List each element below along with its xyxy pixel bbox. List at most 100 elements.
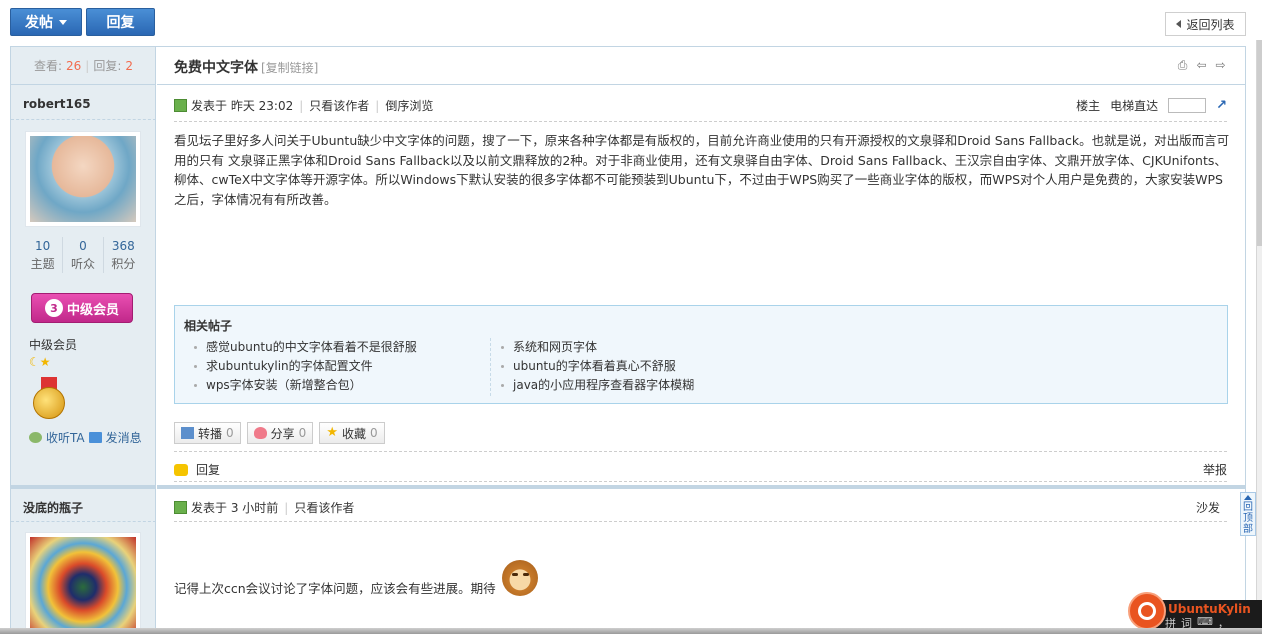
mail-icon [88, 432, 102, 443]
only-author-link[interactable]: 只看该作者 [294, 499, 354, 516]
floor-label[interactable]: 沙发 [1196, 499, 1220, 516]
thread-title: 免费中文字体 [174, 60, 258, 76]
related-item[interactable]: 感觉ubuntu的中文字体看着不是很舒服 [184, 338, 417, 357]
favorite-button[interactable]: ★ 收藏 0 [319, 422, 385, 444]
action-divider [174, 481, 1227, 482]
scrollbar-thumb[interactable] [1257, 40, 1262, 246]
post2-meta: 发表于 3 小时前 | 只看该作者 [174, 499, 354, 516]
post2-author-name[interactable]: 没底的瓶子 [23, 499, 83, 516]
related-list-right: 系统和网页字体 ubuntu的字体看着真心不舒服 java的小应用程序查看器字体… [490, 338, 694, 396]
medal-disc [33, 387, 65, 419]
arrow-up-icon [1244, 495, 1252, 500]
related-item[interactable]: java的小应用程序查看器字体模糊 [491, 376, 694, 395]
user-stat-value: 368 [111, 239, 135, 253]
floor-nav: 楼主 电梯直达 ↗ [1076, 97, 1227, 114]
related-item[interactable]: 求ubuntukylin的字体配置文件 [184, 357, 417, 376]
related-item[interactable]: wps字体安装（新增整合包） [184, 376, 417, 395]
only-author-link[interactable]: 只看该作者 [309, 97, 369, 114]
ubuntu-logo-icon[interactable] [1128, 592, 1166, 630]
follow-link[interactable]: 收听TA [46, 429, 85, 446]
emoticon-eye [522, 573, 529, 576]
forward-button[interactable]: 转播 0 [174, 422, 241, 444]
back-to-top-button[interactable]: 回顶部 [1240, 492, 1256, 536]
top-toolbar: 发帖 回复 返回列表 [0, 0, 1262, 46]
author-divider [11, 521, 156, 522]
favorite-label: 收藏 [341, 426, 366, 441]
next-thread-icon[interactable]: ⇨ [1214, 59, 1227, 72]
post1-reply-row: 回复 [174, 461, 220, 478]
print-icon[interactable]: ⎙ [1176, 59, 1189, 72]
forward-count: 0 [226, 426, 234, 440]
follow-row: 收听TA 发消息 [29, 429, 142, 446]
post2-body: 记得上次ccn会议讨论了字体问题，应该会有些进展。期待 [174, 560, 544, 610]
post-reply-link[interactable]: 回复 [196, 461, 220, 478]
user-stat-label: 主题 [30, 257, 55, 271]
elevator-label: 电梯直达 [1110, 99, 1159, 113]
emoticon-eye [511, 573, 518, 576]
reverse-order-link[interactable]: 倒序浏览 [385, 97, 433, 114]
send-message-link[interactable]: 发消息 [106, 429, 142, 446]
reply-button[interactable]: 回复 [86, 8, 155, 36]
follow-icon [29, 432, 42, 443]
post-time: 发表于 昨天 23:02 [191, 99, 294, 113]
views-count: 26 [66, 58, 82, 73]
ime-brand: UbuntuKylin [1168, 602, 1251, 616]
moon-star-icon: ☾★ [29, 355, 51, 369]
back-to-top-label: 回顶部 [1243, 502, 1253, 535]
jump-icon[interactable]: ↗ [1216, 98, 1227, 113]
user-stats: 10 主题 0 听众 368 积分 [23, 237, 143, 273]
stats-divider: | [85, 58, 90, 73]
user-stat-followers[interactable]: 0 听众 [63, 237, 104, 273]
related-item[interactable]: ubuntu的字体看着真心不舒服 [491, 357, 694, 376]
user-stat-label: 积分 [111, 257, 136, 271]
meta-divider-line [174, 121, 1227, 122]
chevron-down-icon[interactable] [59, 19, 67, 25]
meta-divider: | [299, 98, 304, 113]
reply-bubble-icon [174, 463, 188, 476]
rank-badge-label: 中级会员 [66, 302, 119, 318]
post2-avatar[interactable] [25, 532, 141, 634]
user-stat-points[interactable]: 368 积分 [104, 237, 143, 273]
online-status-icon [174, 501, 187, 514]
related-item[interactable]: 系统和网页字体 [491, 338, 694, 357]
floor-jump-input[interactable] [1168, 98, 1207, 113]
report-link[interactable]: 举报 [1203, 461, 1227, 478]
related-threads: 相关帖子 感觉ubuntu的中文字体看着不是很舒服 求ubuntukylin的字… [174, 305, 1228, 404]
replies-label: 回复: [93, 59, 122, 73]
meta-divider-line [174, 521, 1227, 522]
thread-frame: 查看: 26 | 回复: 2 robert165 10 主题 0 听众 368 … [10, 46, 1246, 634]
thread-tools: ⎙ ⇦ ⇨ [1176, 59, 1227, 72]
post1-author-name[interactable]: robert165 [23, 97, 91, 111]
new-post-label: 发帖 [25, 15, 53, 31]
related-title: 相关帖子 [184, 319, 233, 333]
action-divider [174, 451, 1227, 452]
share-actions: 转播 0 分享 0 ★ 收藏 0 [174, 422, 385, 444]
post1-body: 看见坛子里好多人问关于Ubuntu缺少中文字体的问题，搜了一下，原来各种字体都是… [174, 133, 1230, 207]
online-status-icon [174, 99, 187, 112]
reply-label: 回复 [106, 15, 135, 31]
meta-divider: | [375, 98, 380, 113]
user-stat-threads[interactable]: 10 主题 [23, 237, 64, 273]
avatar-image [30, 136, 136, 222]
medal-icon [31, 377, 67, 423]
emoticon-face [501, 560, 538, 596]
back-to-list-button[interactable]: 返回列表 [1165, 12, 1246, 36]
post1-avatar[interactable] [25, 131, 141, 227]
floor-label[interactable]: 楼主 [1076, 97, 1100, 114]
views-label: 查看: [33, 59, 63, 73]
thread-header: 免费中文字体 [复制链接] ⎙ ⇦ ⇨ [157, 47, 1245, 85]
post1-meta: 发表于 昨天 23:02 | 只看该作者 | 倒序浏览 [174, 97, 433, 114]
rank-text: 中级会员 [29, 338, 78, 352]
thread-stats: 查看: 26 | 回复: 2 [11, 47, 156, 85]
prev-thread-icon[interactable]: ⇦ [1195, 59, 1208, 72]
post-divider [157, 485, 1245, 489]
copy-link[interactable]: [复制链接] [261, 59, 318, 76]
logo-ring [1138, 602, 1156, 620]
post-divider [11, 485, 156, 489]
share-button[interactable]: 分享 0 [246, 422, 314, 444]
user-stat-value: 10 [35, 239, 51, 253]
share-label: 分享 [270, 426, 295, 441]
replies-count: 2 [125, 58, 134, 73]
new-post-button[interactable]: 发帖 [10, 8, 82, 36]
rank-badge: 3 中级会员 [31, 293, 133, 323]
